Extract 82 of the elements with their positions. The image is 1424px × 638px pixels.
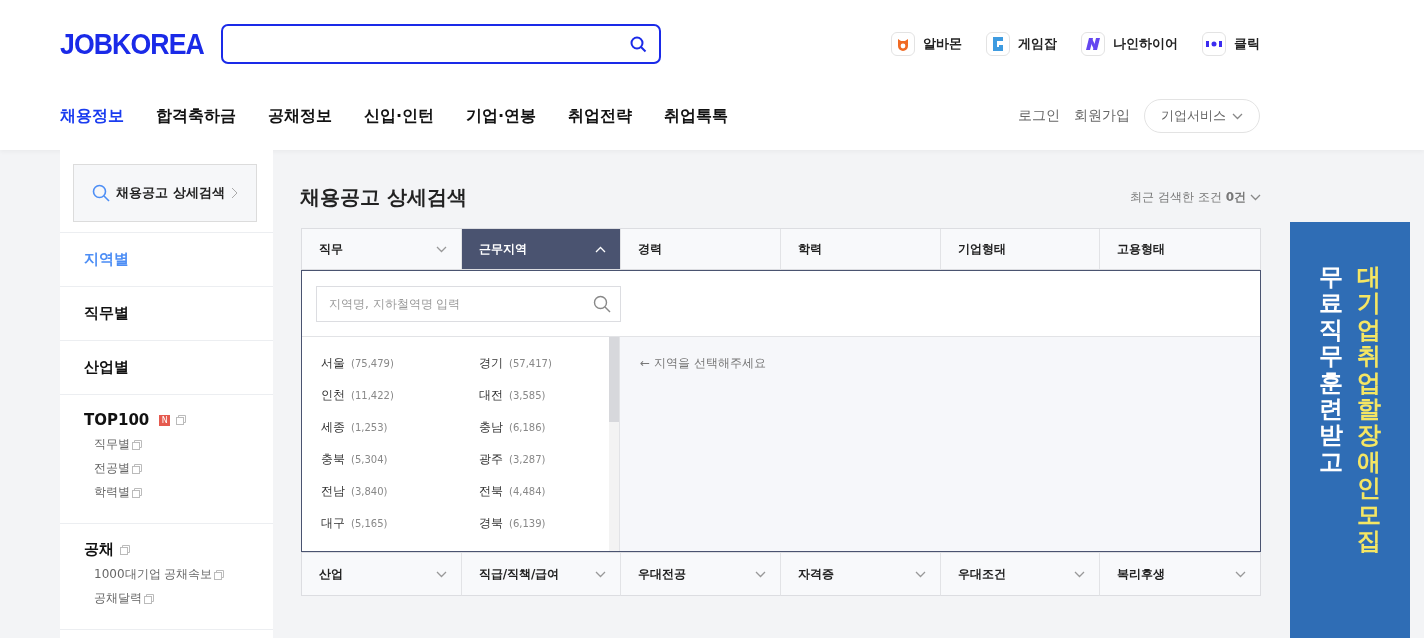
region-item[interactable]: 경북 (6,139) <box>479 507 609 539</box>
sidebar-item[interactable]: TOP100 <box>84 411 150 429</box>
nav-tab[interactable]: 신입·인턴 <box>364 105 435 127</box>
region-item[interactable]: 대전 (3,585) <box>479 379 609 411</box>
sidebar-item[interactable]: 산업별 <box>84 358 129 377</box>
sidebar-item[interactable]: 공채 <box>84 540 114 559</box>
filter-tab[interactable]: 복리후생 <box>1100 553 1260 596</box>
hint-text: ← 지역을 선택해주세요 <box>640 355 767 372</box>
nav-tab[interactable]: 공채정보 <box>268 105 332 127</box>
filter-tab[interactable]: 고용형태 <box>1100 229 1260 270</box>
region-item[interactable]: 전북 (4,484) <box>479 475 609 507</box>
search-field[interactable] <box>221 24 661 64</box>
region-search-field[interactable]: 지역명, 지하철역명 입력 <box>316 286 621 322</box>
chevron-down-icon <box>1074 570 1086 578</box>
region-item[interactable]: 충북 (5,304) <box>321 443 479 475</box>
new-window-icon <box>214 569 225 580</box>
search-icon <box>593 295 611 313</box>
page-title: 채용공고 상세검색 <box>300 183 467 211</box>
chevron-down-icon <box>914 570 926 578</box>
cat-icon <box>897 37 909 51</box>
sidebar-item[interactable]: 직무별 <box>84 304 129 323</box>
site-link[interactable]: 클릭 <box>1202 32 1260 56</box>
site-link[interactable]: 알바몬 <box>891 32 962 56</box>
site-link[interactable]: 나인하이어 <box>1081 32 1178 56</box>
filter-tab[interactable]: 직무 <box>302 229 462 270</box>
region-item[interactable]: 광주 (3,287) <box>479 443 609 475</box>
nav-tab[interactable]: 채용정보 <box>60 105 124 127</box>
detail-search-button[interactable]: 채용공고 상세검색 <box>73 164 257 222</box>
filter-tab[interactable]: 우대조건 <box>940 553 1101 596</box>
region-item[interactable]: 대구 (5,165) <box>321 507 479 539</box>
new-window-icon <box>132 463 142 474</box>
sidebar-subitem[interactable]: 1000대기업 공채속보 <box>94 566 213 583</box>
region-item[interactable]: 인천 (11,422) <box>321 379 479 411</box>
chevron-right-icon <box>230 187 238 199</box>
nav-tab[interactable]: 취업톡톡 <box>664 105 729 127</box>
filter-tab[interactable]: 산업 <box>302 553 462 596</box>
sidebar-subitem[interactable]: 직무별 <box>94 436 130 453</box>
sidebar-subitem[interactable]: 전공별 <box>94 460 130 477</box>
filter-tab[interactable]: 우대전공 <box>621 553 781 596</box>
recent-search-toggle[interactable]: 최근 검색한 조건 0건 <box>1130 188 1261 206</box>
chevron-down-icon <box>595 570 607 578</box>
sidebar-subitem[interactable]: 공채달력 <box>94 590 142 607</box>
nav-tab[interactable]: 기업·연봉 <box>466 105 537 127</box>
new-window-icon <box>176 415 187 425</box>
new-window-icon <box>132 487 142 498</box>
filter-tab[interactable]: 기업형태 <box>940 229 1101 270</box>
sidebar-subitem[interactable]: 학력별 <box>94 484 130 501</box>
chevron-down-icon <box>1232 112 1243 120</box>
ad-banner[interactable]: 무료직무훈련받고 대기업취업할장애인모집 <box>1290 222 1410 638</box>
chevron-down-icon <box>435 245 447 253</box>
site-link[interactable]: 게임잡 <box>986 32 1057 56</box>
nav-tab[interactable]: 합격축하금 <box>156 105 236 127</box>
region-item[interactable]: 경기 (57,417) <box>479 347 609 379</box>
new-window-icon <box>144 593 154 604</box>
filter-tab[interactable]: 경력 <box>621 229 781 270</box>
nav-tab[interactable]: 취업전략 <box>568 105 633 127</box>
account-link[interactable]: 로그인 <box>1018 107 1060 125</box>
region-item[interactable]: 세종 (1,253) <box>321 411 479 443</box>
banner-text: 대기업취업할장애인모집 <box>1357 264 1381 557</box>
chevron-down-icon <box>1235 570 1246 578</box>
chevron-down-icon <box>435 570 447 578</box>
banner-text: 무료직무훈련받고 <box>1319 264 1343 478</box>
chevron-down-icon <box>1250 193 1261 201</box>
filter-tab[interactable]: 학력 <box>781 229 941 270</box>
search-icon <box>92 184 111 202</box>
account-link[interactable]: 회원가입 <box>1074 107 1130 125</box>
filter-tab[interactable]: 자격증 <box>781 553 941 596</box>
new-window-icon <box>132 439 142 450</box>
business-service-button[interactable]: 기업서비스 <box>1144 99 1260 133</box>
logo[interactable]: JOBKOREA <box>60 27 209 61</box>
new-window-icon <box>120 544 130 555</box>
dots-icon <box>1206 40 1222 48</box>
filter-tab[interactable]: 직급/직책/급여 <box>461 553 622 596</box>
scrollbar[interactable] <box>609 337 619 551</box>
region-item[interactable]: 충남 (6,186) <box>479 411 609 443</box>
chevron-up-icon <box>595 245 607 253</box>
region-item[interactable]: 서울 (75,479) <box>321 347 479 379</box>
filter-tab[interactable]: 근무지역 <box>461 229 622 270</box>
search-icon <box>630 35 647 53</box>
region-item[interactable]: 전남 (3,840) <box>321 475 479 507</box>
new-badge: N <box>159 414 171 426</box>
chevron-down-icon <box>755 570 766 578</box>
